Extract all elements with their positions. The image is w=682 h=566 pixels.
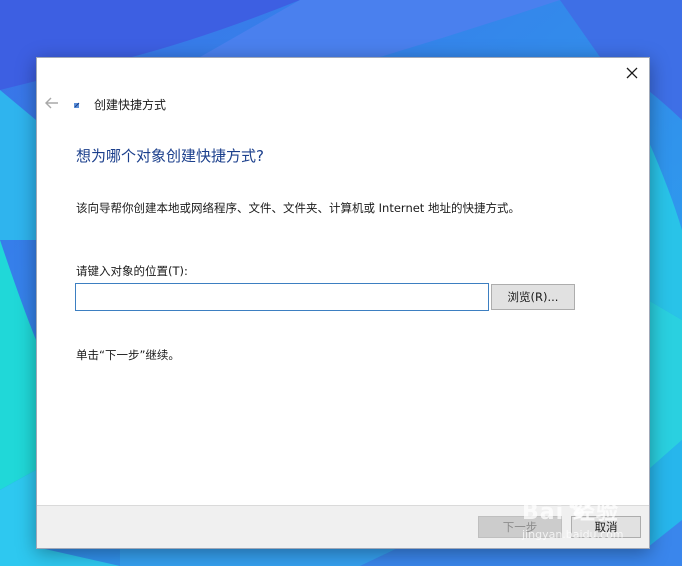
dialog-footer: 下一步 取消 [37, 505, 649, 548]
close-button[interactable] [621, 62, 643, 84]
back-arrow-icon [45, 97, 58, 109]
location-label: 请键入对象的位置(T): [76, 264, 188, 278]
create-shortcut-dialog: 创建快捷方式 想为哪个对象创建快捷方式? 该向导帮你创建本地或网络程序、文件、文… [36, 57, 650, 549]
back-button[interactable] [43, 94, 61, 112]
shortcut-wizard-icon [74, 102, 80, 108]
continue-hint: 单击“下一步”继续。 [76, 348, 180, 362]
next-button[interactable]: 下一步 [478, 516, 562, 538]
browse-button[interactable]: 浏览(R)... [491, 284, 575, 310]
wizard-heading: 想为哪个对象创建快捷方式? [76, 147, 264, 165]
location-input[interactable] [75, 283, 489, 311]
wizard-description: 该向导帮你创建本地或网络程序、文件、文件夹、计算机或 Internet 地址的快… [76, 201, 520, 215]
cancel-button[interactable]: 取消 [571, 516, 641, 538]
dialog-title: 创建快捷方式 [94, 98, 167, 112]
close-icon [626, 67, 638, 79]
